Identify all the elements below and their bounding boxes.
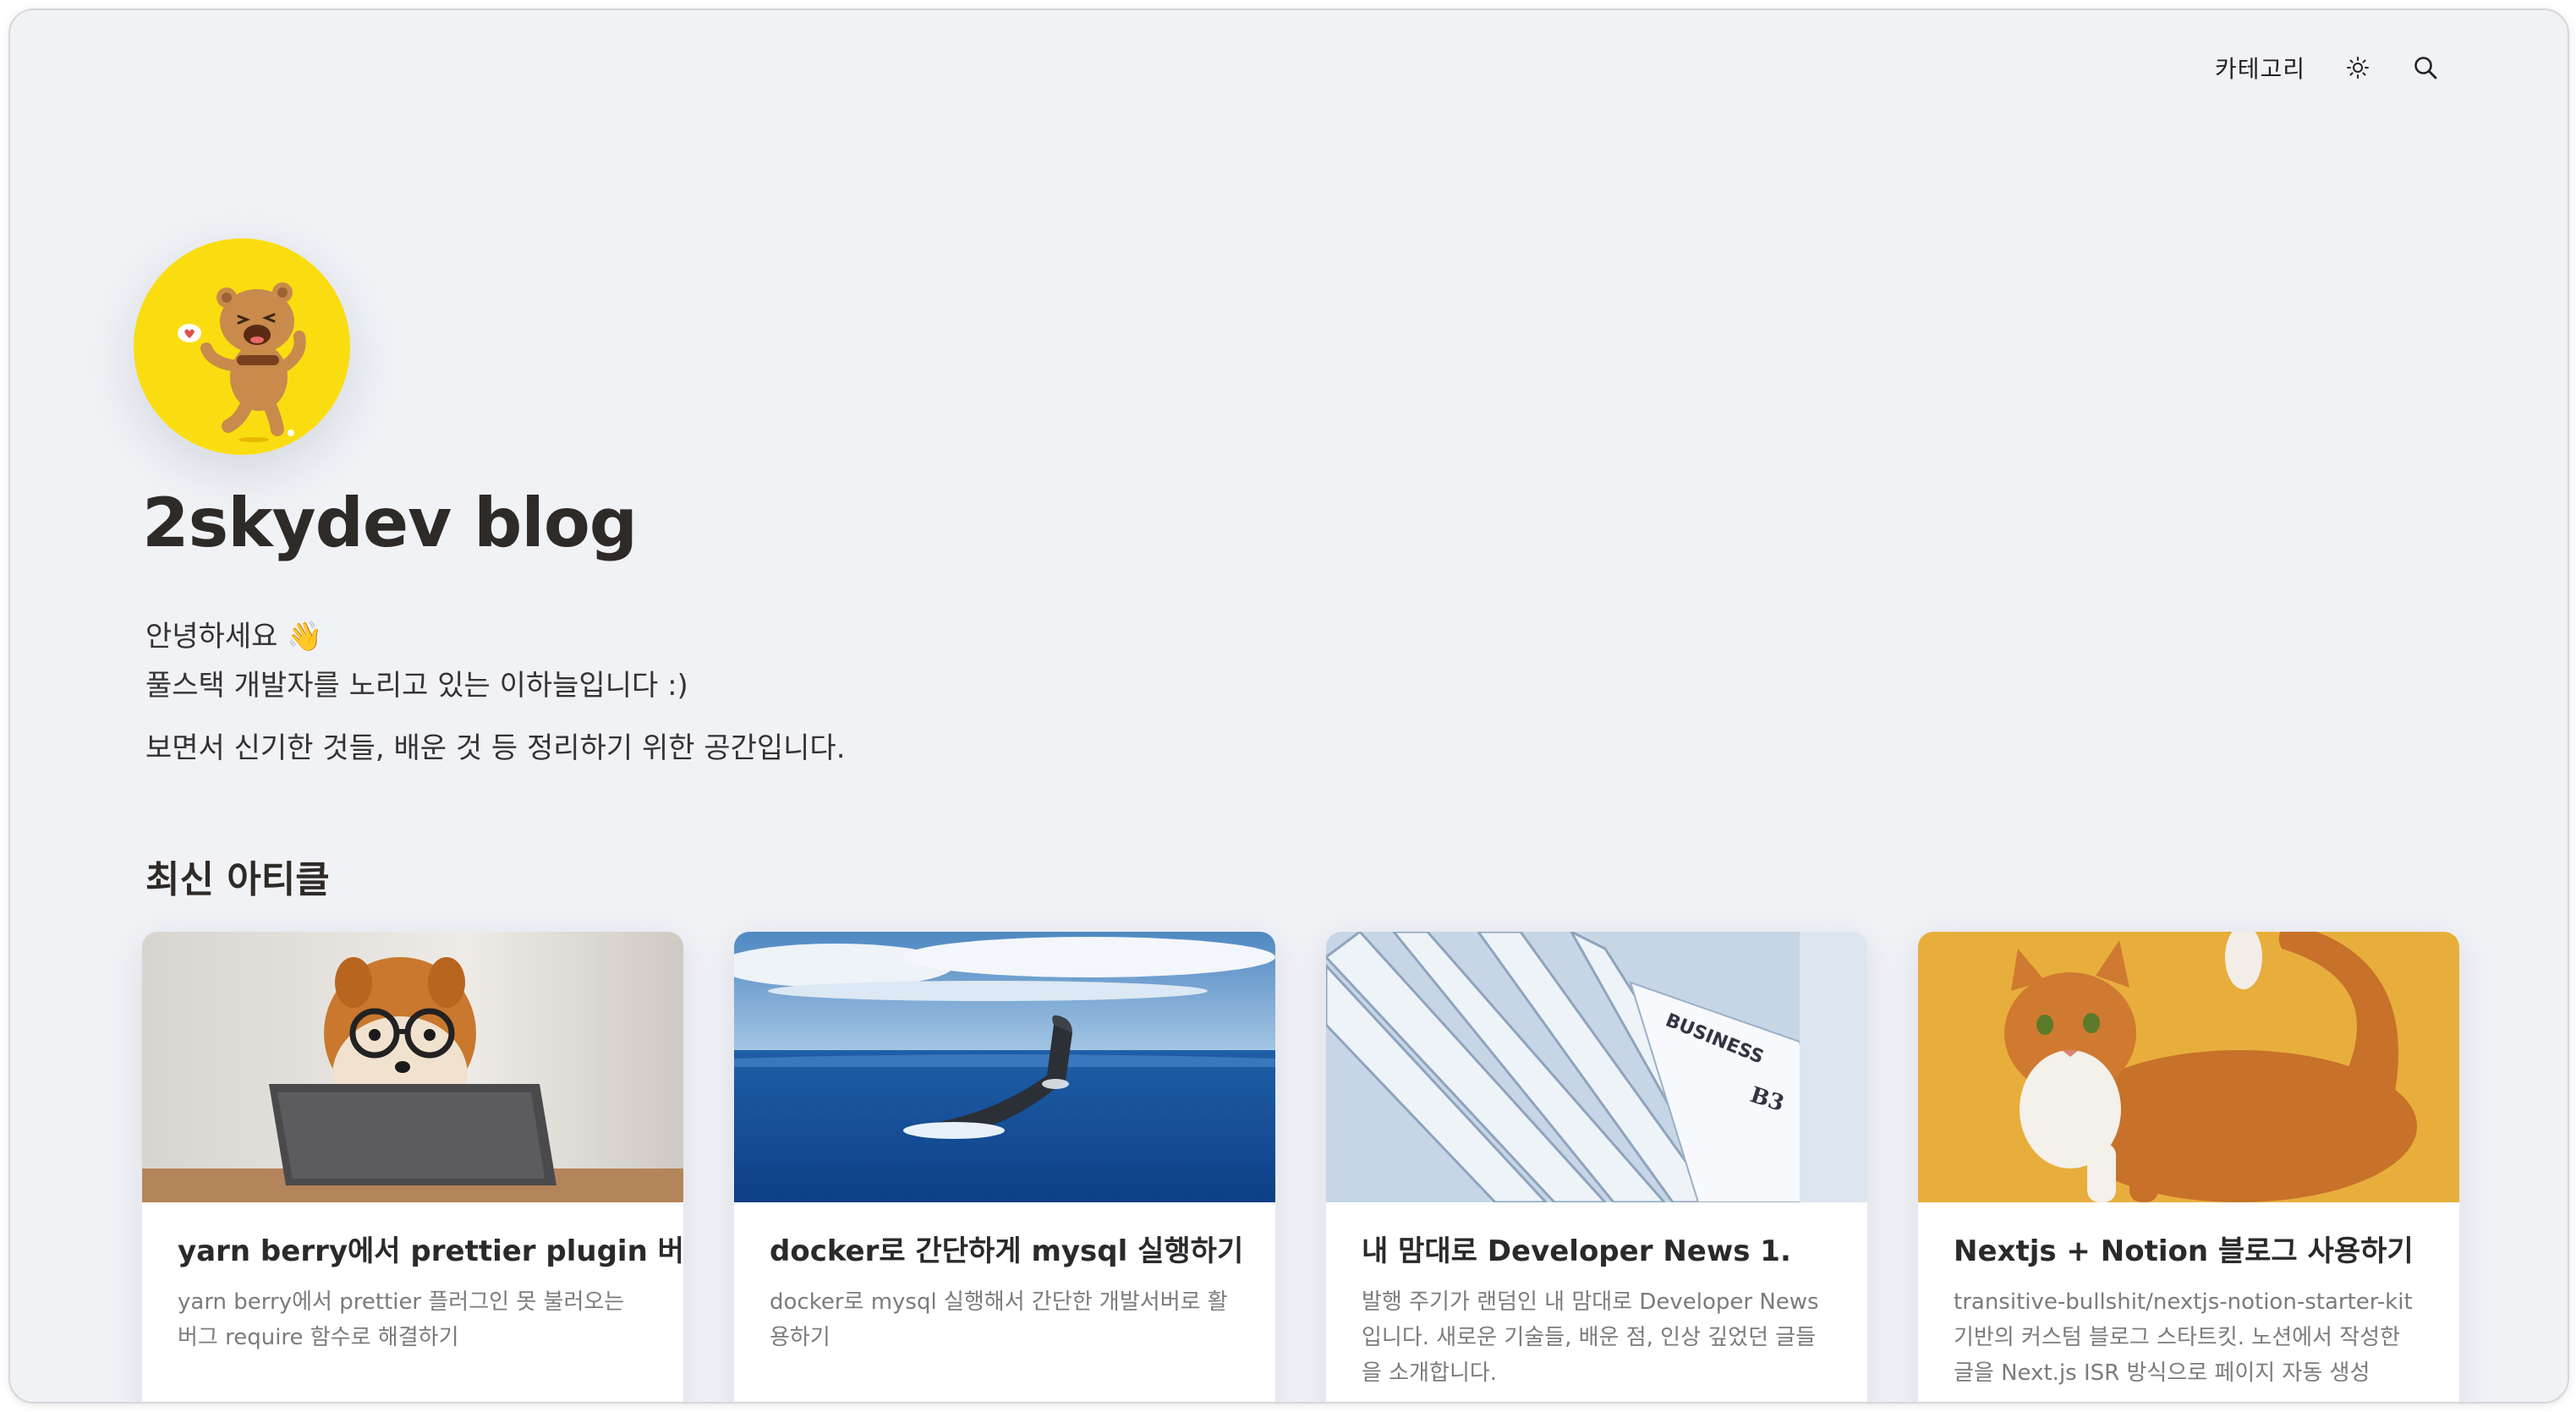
dog-with-glasses-thumbnail <box>142 932 683 1202</box>
article-card[interactable]: docker로 간단하게 mysql 실행하기 docker로 mysql 실행… <box>734 932 1275 1402</box>
article-card[interactable]: BUSINESS B3 내 맘대로 Developer News 1. 발행 주… <box>1326 932 1867 1402</box>
article-card[interactable]: yarn berry에서 prettier plugin 버그 yarn ber… <box>142 932 683 1402</box>
article-description: 발행 주기가 랜덤인 내 맘대로 Developer News 입니다. 새로운… <box>1362 1289 1819 1386</box>
whale-tail-thumbnail <box>734 932 1275 1202</box>
search-icon[interactable] <box>2410 52 2441 83</box>
profile-avatar <box>134 238 350 455</box>
article-card[interactable]: Nextjs + Notion 블로그 사용하기 transitive-bull… <box>1918 932 2459 1402</box>
nav-category-link[interactable]: 카테고리 <box>2215 51 2305 85</box>
site-title: 2skydev blog <box>142 484 638 562</box>
article-description: transitive-bullshit/nextjs-notion-starte… <box>1954 1289 2413 1386</box>
article-card-body: 내 맘대로 Developer News 1. 발행 주기가 랜덤인 내 맘대로… <box>1326 1202 1867 1391</box>
article-card-body: docker로 간단하게 mysql 실행하기 docker로 mysql 실행… <box>734 1202 1275 1355</box>
newspapers-thumbnail: BUSINESS B3 <box>1326 932 1867 1202</box>
orange-cat-thumbnail <box>1918 932 2459 1202</box>
article-description: yarn berry에서 prettier 플러그인 못 불러오는 버그 req… <box>178 1289 625 1350</box>
sun-icon[interactable] <box>2343 52 2373 83</box>
article-title[interactable]: Nextjs + Notion 블로그 사용하기 <box>1954 1228 2424 1269</box>
intro-line: 풀스택 개발자를 노리고 있는 이하늘입니다 :) <box>145 669 688 703</box>
article-card-list: yarn berry에서 prettier plugin 버그 yarn ber… <box>142 932 2459 1402</box>
article-title[interactable]: 내 맘대로 Developer News 1. <box>1362 1228 1832 1269</box>
article-card-body: yarn berry에서 prettier plugin 버그 yarn ber… <box>142 1202 683 1355</box>
intro-text: 안녕하세요 👋 풀스택 개발자를 노리고 있는 이하늘입니다 :) 보면서 신기… <box>145 612 846 773</box>
article-title[interactable]: docker로 간단하게 mysql 실행하기 <box>770 1228 1243 1269</box>
article-card-body: Nextjs + Notion 블로그 사용하기 transitive-bull… <box>1918 1202 2459 1391</box>
article-description: docker로 mysql 실행해서 간단한 개발서버로 활용하기 <box>770 1289 1228 1350</box>
intro-line: 보면서 신기한 것들, 배운 것 등 정리하기 위한 공간입니다. <box>145 731 846 765</box>
browser-window: 카테고리 2skydev blog 안녕하세요 👋 풀스택 개발자를 노리고 있… <box>8 8 2569 1404</box>
top-navigation: 카테고리 <box>2215 44 2441 91</box>
article-title[interactable]: yarn berry에서 prettier plugin 버그 <box>178 1228 683 1269</box>
bear-character-avatar <box>134 238 350 455</box>
intro-line: 안녕하세요 👋 <box>145 620 323 654</box>
latest-articles-heading: 최신 아티클 <box>145 858 330 901</box>
